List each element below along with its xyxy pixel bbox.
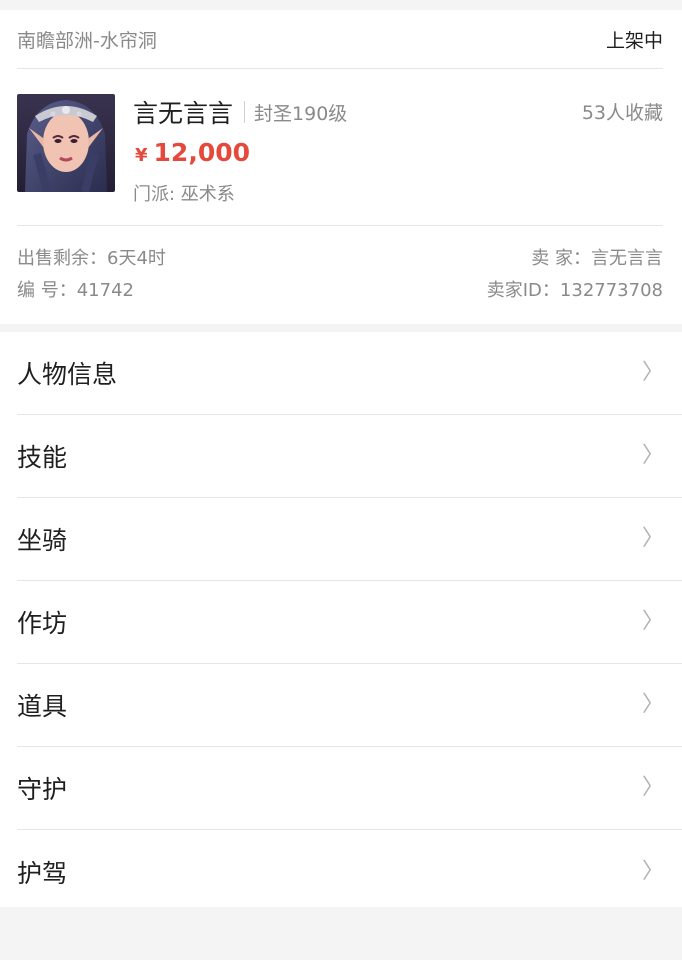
name-separator — [244, 101, 246, 123]
listing-serial: 编 号：41742 — [17, 280, 134, 301]
menu-item-label: 护驾 — [17, 858, 68, 888]
seller-name: 卖 家：言无言言 — [531, 248, 663, 269]
price: ¥12,000 — [135, 138, 250, 167]
menu-item-label: 守护 — [17, 775, 68, 804]
menu-item-escort[interactable]: 护驾 〉 — [17, 830, 682, 913]
menu-item-label: 作坊 — [17, 609, 68, 638]
detail-menu: 人物信息 〉 技能 〉 坐骑 〉 作坊 〉 道具 〉 守护 〉 护驾 〉 — [0, 332, 682, 907]
listing-status: 上架中 — [605, 29, 663, 52]
favorite-count[interactable]: 53人收藏 — [582, 98, 663, 125]
menu-item-label: 人物信息 — [17, 360, 118, 389]
chevron-right-icon: 〉 — [641, 858, 664, 884]
menu-item-guardian[interactable]: 守护 〉 — [17, 747, 682, 830]
menu-item-character-info[interactable]: 人物信息 〉 — [17, 332, 682, 415]
currency-symbol: ¥ — [135, 145, 148, 166]
character-level: 封圣190级 — [254, 102, 348, 125]
character-avatar[interactable] — [17, 94, 115, 192]
menu-item-mounts[interactable]: 坐骑 〉 — [17, 498, 682, 581]
seller-id: 卖家ID：132773708 — [486, 280, 663, 301]
server-name: 南瞻部洲-水帘洞 — [17, 29, 157, 52]
menu-item-label: 坐骑 — [17, 526, 68, 555]
chevron-right-icon: 〉 — [641, 692, 664, 717]
listing-header: 南瞻部洲-水帘洞 上架中 — [17, 10, 663, 69]
chevron-right-icon: 〉 — [641, 775, 664, 800]
price-value: 12,000 — [153, 138, 251, 167]
menu-item-skills[interactable]: 技能 〉 — [17, 415, 682, 498]
menu-item-label: 道具 — [17, 692, 68, 721]
character-name: 言无言言 — [133, 99, 234, 128]
menu-item-label: 技能 — [17, 443, 68, 472]
menu-item-items[interactable]: 道具 〉 — [17, 664, 682, 747]
listing-card: 南瞻部洲-水帘洞 上架中 言无言言 封圣190级 53人收藏 ¥ 12,000 … — [0, 10, 682, 324]
divider — [17, 225, 663, 226]
chevron-right-icon: 〉 — [641, 526, 664, 551]
chevron-right-icon: 〉 — [641, 443, 664, 468]
chevron-right-icon: 〉 — [641, 609, 664, 634]
character-school: 门派: 巫术系 — [133, 184, 235, 205]
menu-item-workshop[interactable]: 作坊 〉 — [17, 581, 682, 664]
sale-remaining: 出售剩余：6天4时 — [17, 248, 166, 269]
chevron-right-icon: 〉 — [641, 360, 664, 385]
character-name-row: 言无言言 封圣190级 — [133, 94, 347, 130]
